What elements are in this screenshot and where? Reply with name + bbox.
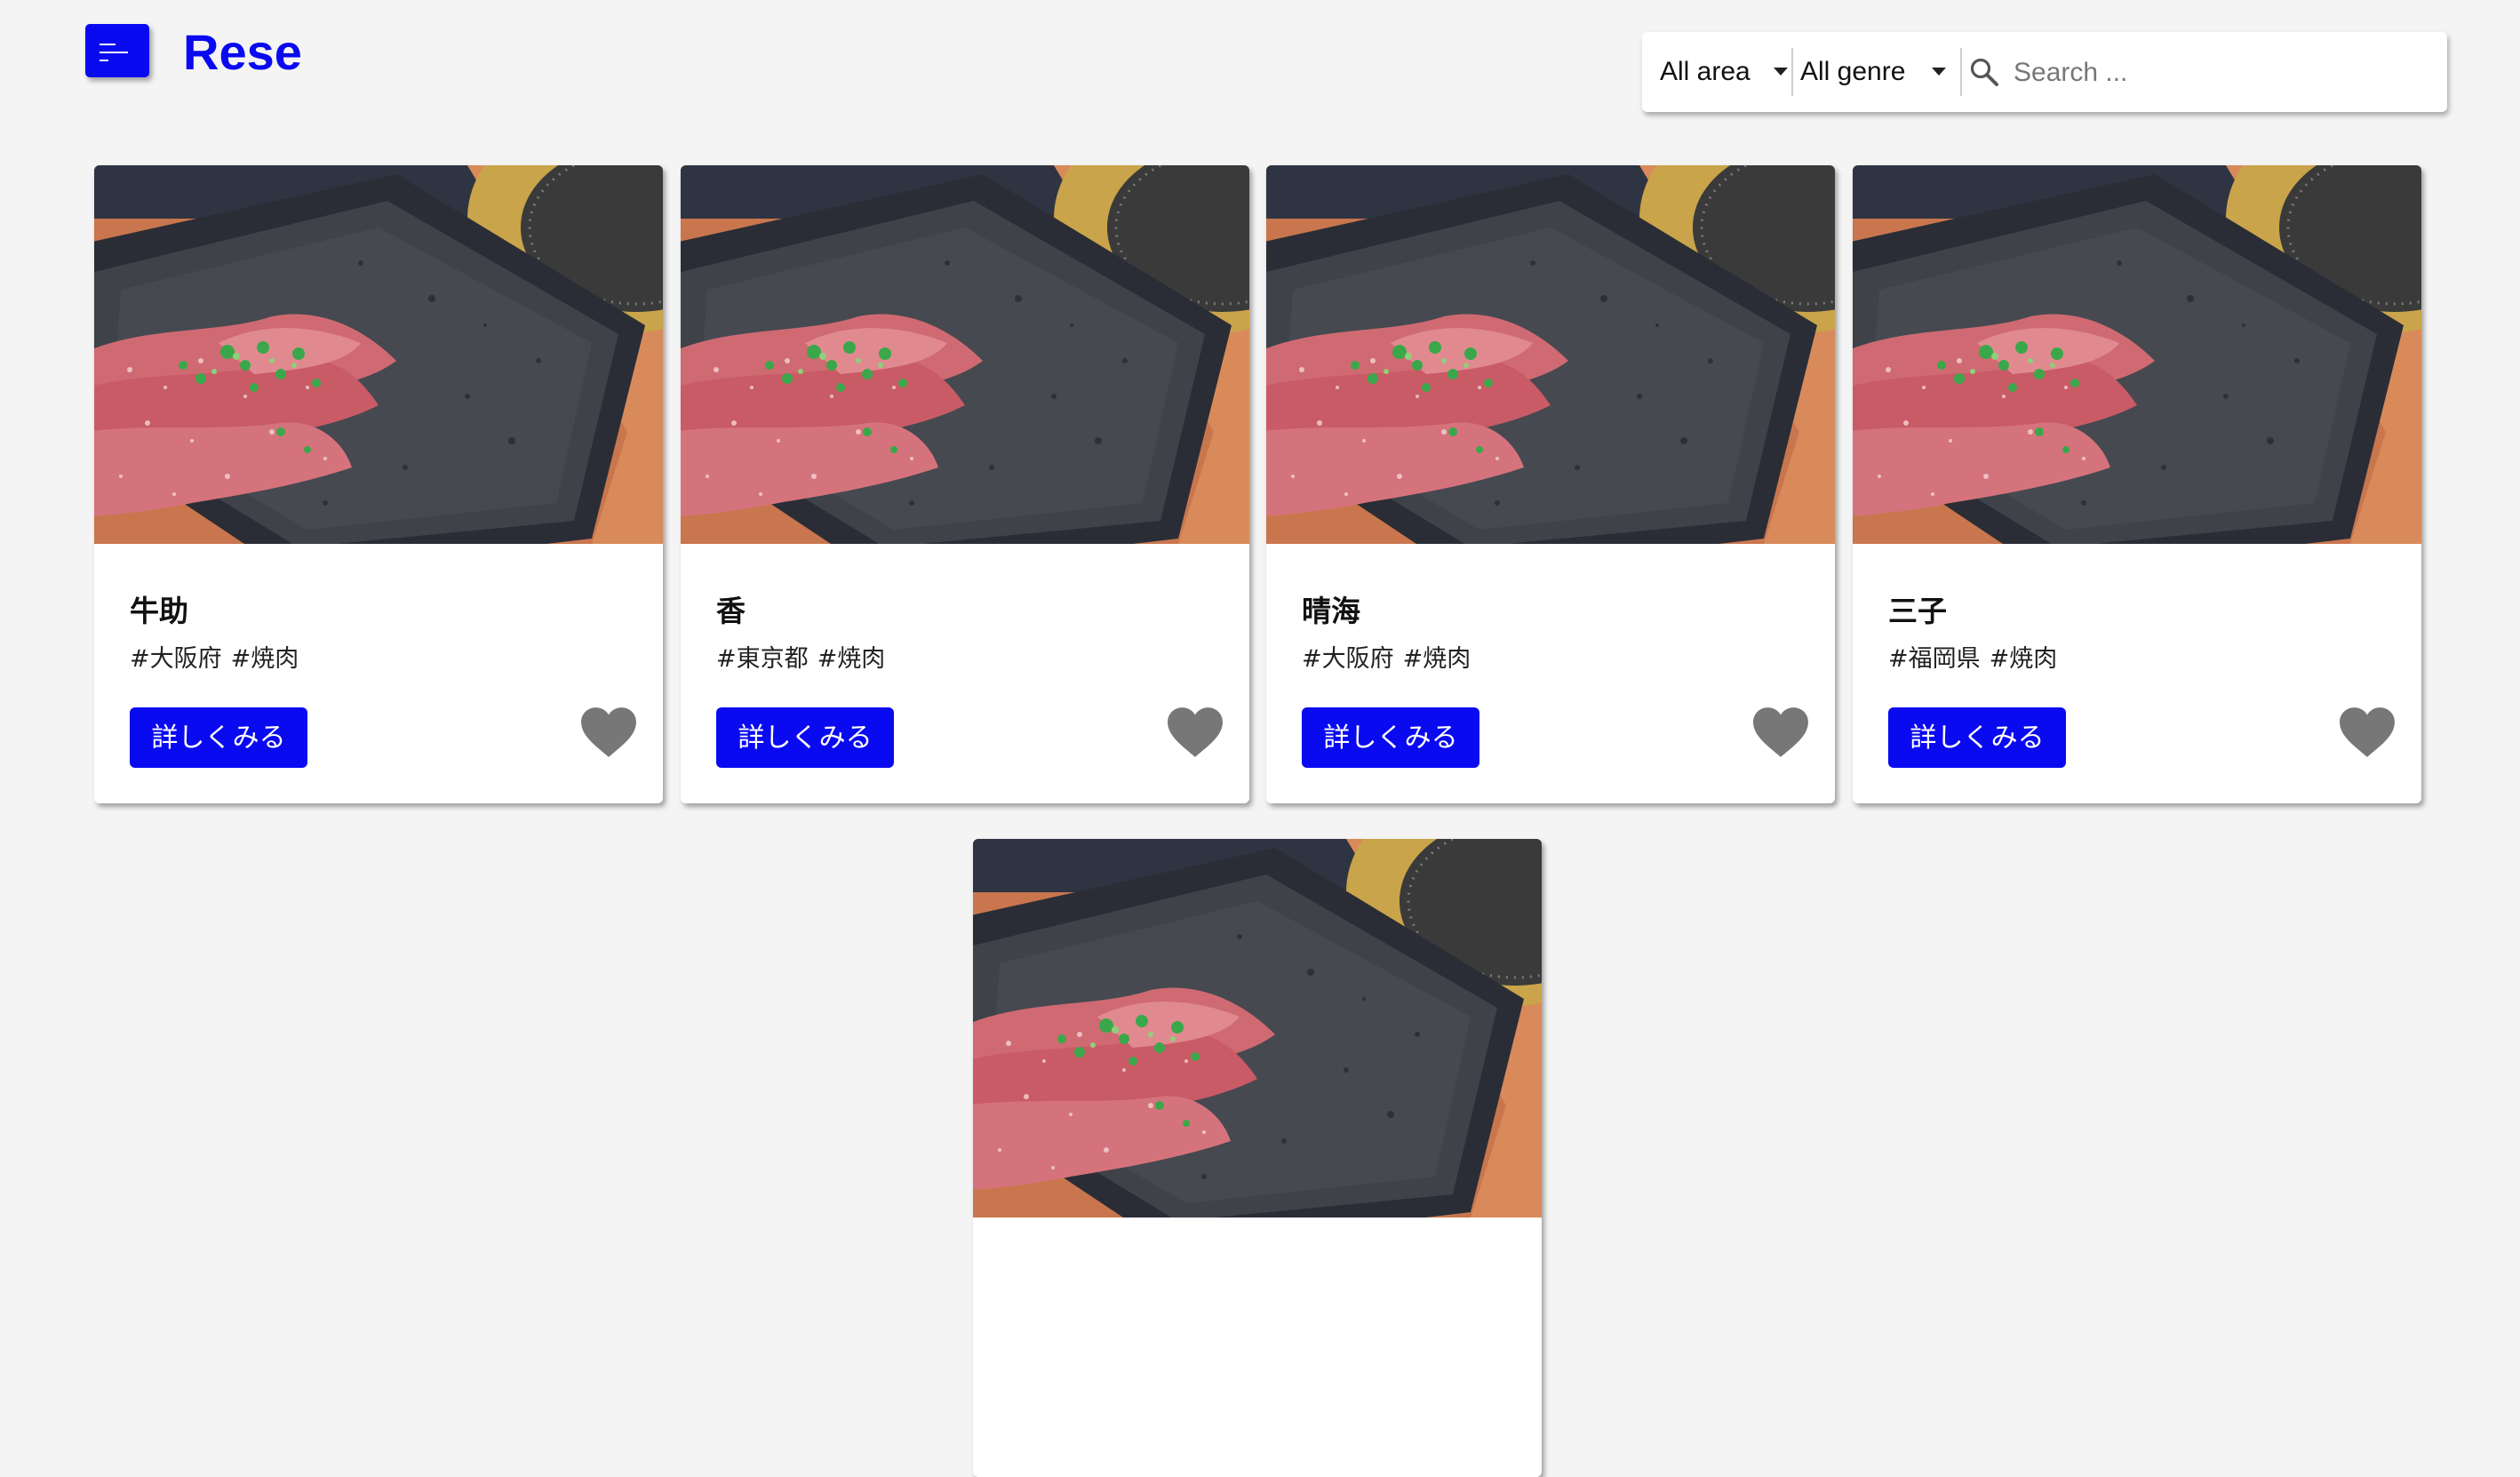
shop-card: 香 #東京都 #焼肉 詳しくみる <box>681 165 1249 803</box>
heart-icon[interactable] <box>2338 706 2396 759</box>
shop-tags: #大阪府 #焼肉 <box>130 642 299 677</box>
shop-image[interactable] <box>1266 165 1835 544</box>
shop-image[interactable] <box>94 165 663 544</box>
heart-icon[interactable] <box>1751 706 1810 759</box>
shop-card: 三子 #福岡県 #焼肉 詳しくみる <box>1853 165 2421 803</box>
detail-button[interactable]: 詳しくみる <box>1302 707 1479 768</box>
shop-tags: #福岡県 #焼肉 <box>1888 642 2057 677</box>
genre-select[interactable]: All genre <box>1800 32 1960 112</box>
search-input[interactable] <box>2012 50 2433 96</box>
area-tag: #福岡県 <box>1888 645 1981 673</box>
shop-image[interactable] <box>1853 165 2421 544</box>
shop-name: 晴海 <box>1302 594 1360 628</box>
divider <box>1791 48 1793 96</box>
genre-tag: #焼肉 <box>817 645 886 673</box>
genre-tag: #焼肉 <box>1402 645 1471 673</box>
area-tag: #東京都 <box>716 645 809 673</box>
detail-button[interactable]: 詳しくみる <box>130 707 307 768</box>
shop-name: 三子 <box>1888 594 1947 628</box>
shop-card <box>973 839 1542 1477</box>
shop-tags: #東京都 #焼肉 <box>716 642 885 677</box>
heart-icon[interactable] <box>579 706 638 759</box>
detail-button[interactable]: 詳しくみる <box>716 707 894 768</box>
area-select[interactable]: All area <box>1660 32 1802 112</box>
caret-down-icon <box>1932 68 1946 76</box>
search-icon <box>1970 58 1998 86</box>
caret-down-icon <box>1774 68 1788 76</box>
genre-tag: #焼肉 <box>1989 645 2058 673</box>
shop-image[interactable] <box>973 839 1542 1218</box>
genre-tag: #焼肉 <box>230 645 299 673</box>
area-tag: #大阪府 <box>130 645 222 673</box>
app-logo[interactable]: Rese <box>183 21 302 84</box>
detail-button[interactable]: 詳しくみる <box>1888 707 2066 768</box>
heart-icon[interactable] <box>1166 706 1224 759</box>
shop-name: 牛助 <box>130 594 188 628</box>
divider <box>1960 48 1962 96</box>
shop-card: 牛助 #大阪府 #焼肉 詳しくみる <box>94 165 663 803</box>
shop-tags: #大阪府 #焼肉 <box>1302 642 1471 677</box>
genre-select-value: All genre <box>1800 57 1906 86</box>
shop-card: 晴海 #大阪府 #焼肉 詳しくみる <box>1266 165 1835 803</box>
area-tag: #大阪府 <box>1302 645 1394 673</box>
menu-button[interactable] <box>85 24 149 77</box>
search-bar: All area All genre <box>1642 32 2447 112</box>
shop-image[interactable] <box>681 165 1249 544</box>
area-select-value: All area <box>1660 57 1750 86</box>
shop-name: 香 <box>716 594 746 628</box>
